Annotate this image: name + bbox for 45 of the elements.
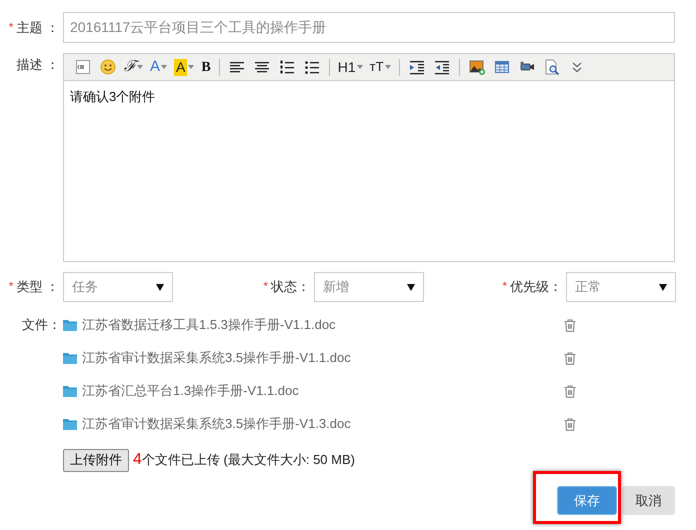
size-button[interactable]: ᴛT [368, 56, 393, 78]
file-link[interactable]: 江苏省审计数据采集系统3.5操作手册-V1.1.doc [82, 348, 564, 368]
font-button[interactable]: ℱ [122, 56, 145, 78]
highlight-button[interactable]: A [172, 56, 196, 78]
folder-icon [63, 385, 77, 397]
caret-icon [356, 65, 363, 69]
dropdown[interactable]: 正常 [566, 272, 676, 302]
file-link[interactable]: 江苏省数据迁移工具1.5.3操作手册-V1.1.doc [82, 315, 564, 335]
dropdown-arrow-icon [156, 284, 164, 290]
folder-icon [63, 352, 77, 364]
caret-icon [384, 65, 391, 69]
bold-button[interactable]: B [199, 56, 213, 78]
folder-icon [63, 319, 77, 331]
rich-text-editor[interactable]: ℱ A A B H1 ᴛT 请确认3个附件 [63, 53, 675, 262]
dropdown-arrow-icon [407, 284, 415, 290]
heading-button[interactable]: H1 [336, 56, 365, 78]
field-label: 类型 ： [16, 278, 59, 296]
required-mark: * [502, 278, 507, 296]
caret-icon [161, 65, 168, 69]
subject-field[interactable]: 20161117云平台项目三个工具的操作手册 [63, 12, 675, 43]
field-label: 主题 ： [16, 18, 59, 37]
dropdown-arrow-icon [659, 284, 667, 290]
required-mark: * [8, 18, 14, 36]
upload-button[interactable]: 上传附件 [63, 448, 129, 472]
field-label: 状态： [271, 278, 310, 296]
color-button[interactable]: A [148, 56, 170, 78]
trash-icon[interactable] [564, 384, 576, 398]
dropdown[interactable]: 新增 [314, 272, 424, 302]
dropdown[interactable]: 任务 [63, 272, 173, 302]
save-button[interactable]: 保存 [557, 486, 617, 515]
cancel-button[interactable]: 取消 [622, 486, 675, 515]
trash-icon[interactable] [564, 318, 576, 332]
folder-icon [63, 418, 77, 430]
trash-icon[interactable] [564, 352, 576, 364]
caret-icon [188, 65, 194, 69]
upload-status: 4个文件已上传 (最大文件大小: 50 MB) [133, 450, 355, 470]
required-mark: * [8, 278, 14, 296]
file-link[interactable]: 江苏省汇总平台1.3操作手册-V1.1.doc [82, 381, 564, 401]
trash-icon[interactable] [564, 418, 576, 430]
file-link[interactable]: 江苏省审计数据采集系统3.5操作手册-V1.3.doc [82, 414, 564, 434]
field-label: 描述 ： [16, 56, 59, 74]
required-mark: * [263, 278, 268, 296]
field-label: 文件： [22, 316, 61, 334]
editor-text: 请确认3个附件 [69, 88, 156, 106]
field-label: 优先级： [510, 278, 562, 296]
